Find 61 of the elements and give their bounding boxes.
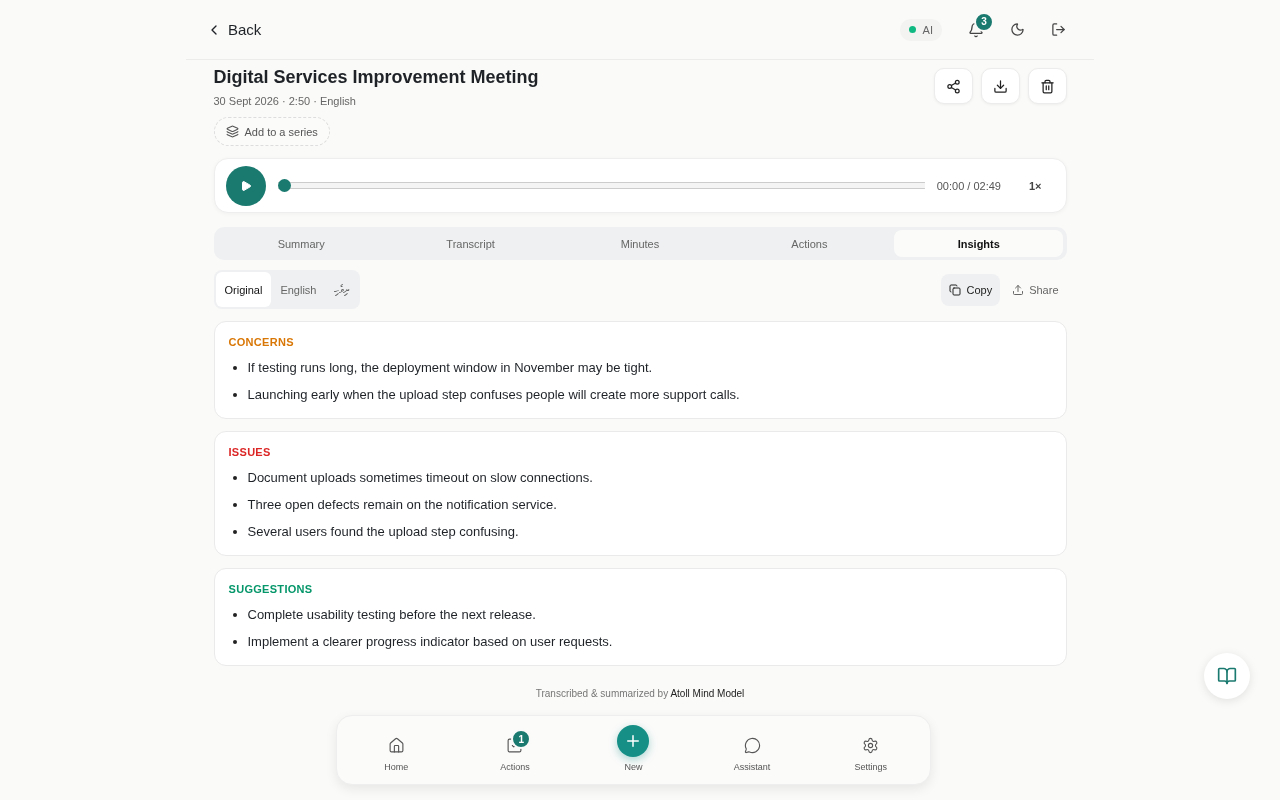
insight-text: Implement a clearer progress indicator based on user requests.: [247, 633, 613, 651]
bullet-icon: [232, 366, 237, 370]
nav-badge: 1: [511, 729, 532, 749]
speed-button[interactable]: 1×: [1022, 178, 1048, 193]
language-option[interactable]: English: [271, 272, 326, 307]
tab[interactable]: Transcript: [385, 230, 556, 257]
ai-status-pill: AI: [899, 18, 942, 41]
language-option[interactable]: ދިވެހި: [325, 272, 359, 307]
nav-item[interactable]: New: [574, 716, 693, 784]
bullet-icon: [232, 476, 237, 480]
share-icon[interactable]: [933, 68, 973, 104]
nav-item[interactable]: Assistant: [692, 716, 812, 784]
copy-button[interactable]: Copy: [941, 273, 1001, 306]
layers-icon: [225, 125, 239, 138]
book-button[interactable]: [1204, 653, 1250, 699]
settings-icon: [862, 737, 880, 754]
footer-credit: Transcribed & summarized by Atoll Mind Model: [534, 688, 746, 699]
play-icon: [239, 179, 252, 192]
notification-count: 3: [974, 11, 994, 32]
language-option[interactable]: Original: [215, 272, 272, 307]
assistant-icon: [743, 737, 761, 754]
section-heading: CONCERNS: [228, 336, 295, 348]
book-icon: [1217, 666, 1237, 686]
download-icon[interactable]: [980, 68, 1020, 104]
play-button[interactable]: [225, 165, 266, 206]
tab[interactable]: Summary: [216, 230, 386, 257]
logout-icon[interactable]: [1051, 22, 1066, 37]
tab[interactable]: Actions: [724, 230, 895, 257]
nav-item[interactable]: Home: [337, 716, 456, 784]
insight-text: Launching early when the upload step confuses people will create more support calls.: [247, 386, 740, 404]
plus-icon: [617, 725, 650, 757]
progress-thumb[interactable]: [277, 179, 291, 192]
nav-item[interactable]: Settings: [811, 716, 930, 784]
upload-icon: [1012, 283, 1025, 296]
tab[interactable]: Insights: [894, 230, 1064, 257]
insight-text: If testing runs long, the deployment window in November may be tight.: [247, 359, 653, 377]
share-button[interactable]: Share: [1004, 273, 1067, 306]
bullet-icon: [232, 613, 237, 617]
home-icon: [387, 737, 405, 754]
insight-text: Three open defects remain on the notification service.: [247, 496, 557, 514]
back-button[interactable]: Back: [206, 21, 262, 38]
add-to-series-button[interactable]: Add to a series: [213, 117, 330, 146]
section-heading: ISSUES: [228, 446, 272, 458]
copy-icon: [949, 283, 962, 296]
section-heading: SUGGESTIONS: [228, 583, 314, 595]
bullet-icon: [232, 503, 237, 507]
progress-slider[interactable]: [277, 179, 925, 192]
moon-icon[interactable]: [1010, 22, 1025, 37]
nav-item[interactable]: 1 Actions: [455, 716, 575, 784]
insight-text: Document uploads sometimes timeout on slow connections.: [247, 469, 593, 487]
bullet-icon: [232, 393, 237, 397]
meeting-meta: 30 Sept 2026 · 2:50 · English: [213, 95, 357, 107]
notifications-button[interactable]: 3: [968, 12, 993, 38]
insight-text: Several users found the upload step confusing.: [247, 523, 519, 541]
tab[interactable]: Minutes: [555, 230, 725, 257]
bullet-icon: [232, 530, 237, 534]
insight-text: Complete usability testing before the next release.: [247, 606, 536, 624]
bullet-icon: [232, 640, 237, 644]
trash-icon[interactable]: [1027, 68, 1067, 104]
time-readout: 00:00 / 02:49: [936, 179, 1001, 192]
meeting-title: Digital Services Improvement Meeting: [213, 66, 539, 88]
